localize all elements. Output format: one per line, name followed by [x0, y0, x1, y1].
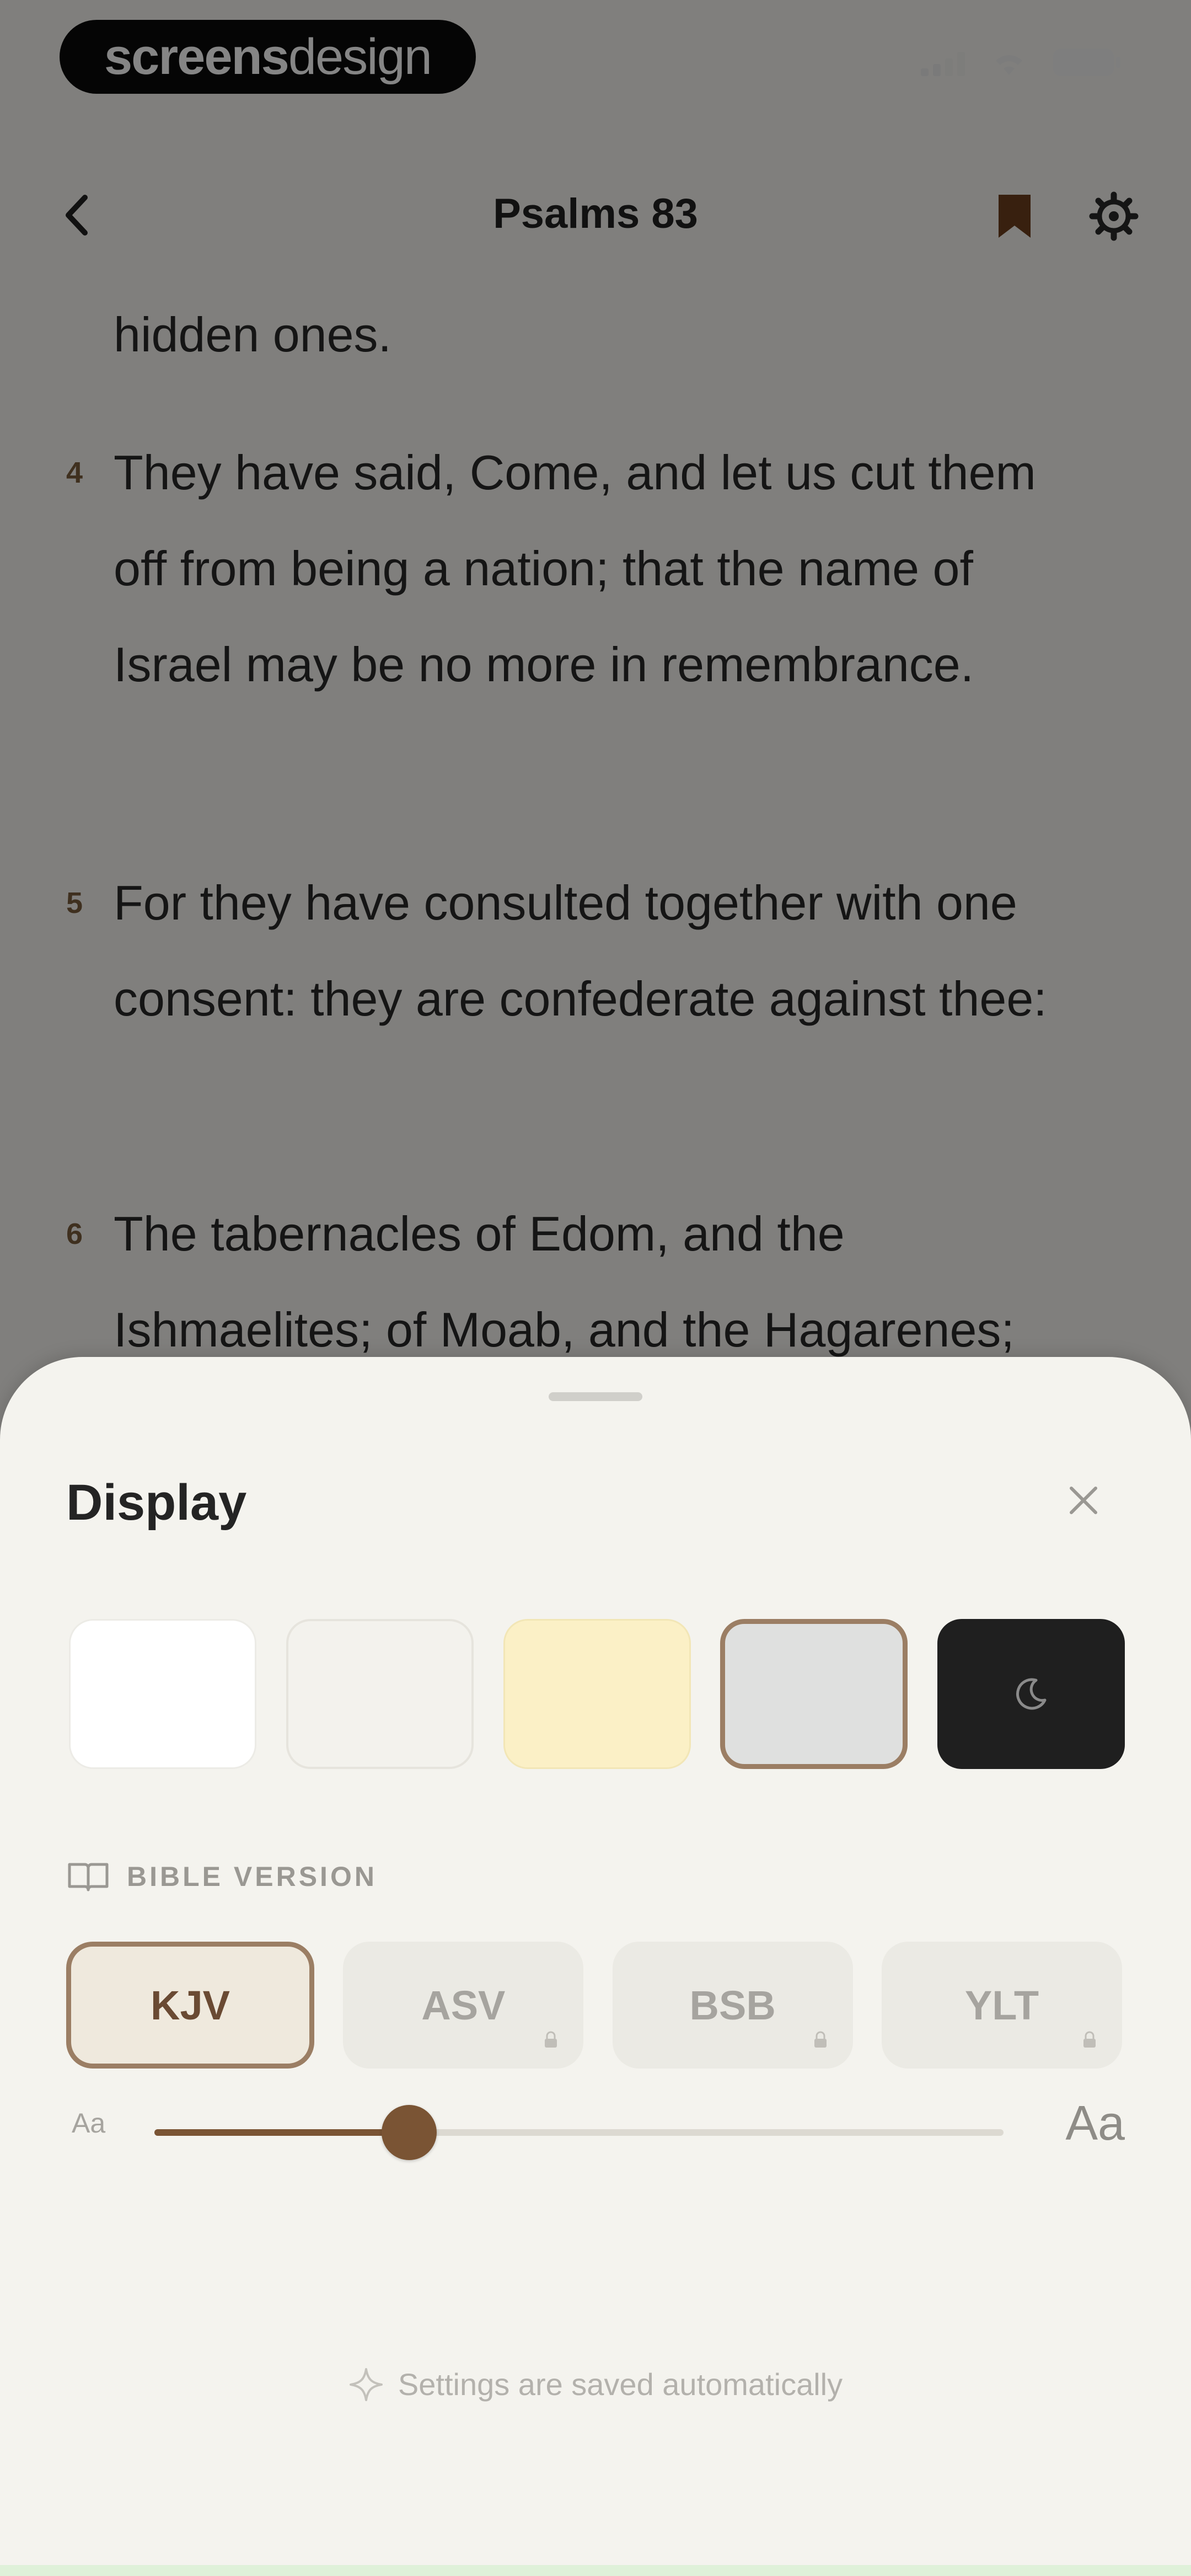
- close-icon: [1070, 1487, 1097, 1514]
- moon-icon: [1016, 1678, 1047, 1710]
- font-size-small-label: Aa: [72, 2108, 106, 2139]
- book-icon: [68, 1863, 109, 1891]
- bottom-edge: [0, 2565, 1191, 2576]
- lock-icon: [814, 2031, 827, 2048]
- display-settings-sheet: Display BIBLE VERSION KJV ASV BSB YLT Aa…: [0, 1357, 1191, 2576]
- bible-version-picker: KJV ASV BSB YLT: [66, 1942, 1122, 2069]
- theme-swatch-sepia[interactable]: [503, 1619, 691, 1769]
- bible-version-label: BIBLE VERSION: [127, 1861, 377, 1892]
- theme-swatch-white[interactable]: [69, 1619, 256, 1769]
- font-size-large-label: Aa: [1065, 2096, 1125, 2150]
- theme-swatch-dark[interactable]: [937, 1619, 1125, 1769]
- version-ylt[interactable]: YLT: [881, 1942, 1122, 2069]
- autosave-note-text: Settings are saved automatically: [398, 2367, 843, 2402]
- screen: screens design Psalms 83 hidden ones. 4 …: [0, 0, 1191, 2576]
- theme-swatch-gray[interactable]: [720, 1619, 908, 1769]
- lock-icon: [1083, 2031, 1096, 2048]
- version-asv[interactable]: ASV: [343, 1942, 584, 2069]
- sheet-title: Display: [66, 1474, 247, 1531]
- version-label: ASV: [421, 1982, 506, 2028]
- version-bsb[interactable]: BSB: [612, 1942, 853, 2069]
- theme-swatch-cream[interactable]: [286, 1619, 474, 1769]
- autosave-note: Settings are saved automatically: [0, 2366, 1191, 2402]
- font-size-slider[interactable]: [154, 2105, 1004, 2160]
- font-size-slider-thumb[interactable]: [382, 2105, 437, 2160]
- version-label: KJV: [151, 1982, 230, 2028]
- version-kjv[interactable]: KJV: [66, 1942, 314, 2069]
- lock-icon: [545, 2031, 557, 2048]
- close-button[interactable]: [1050, 1467, 1117, 1533]
- sparkle-icon: [349, 2367, 383, 2401]
- theme-picker: [69, 1619, 1125, 1769]
- font-size-control: Aa Aa: [66, 2052, 1125, 2184]
- font-size-slider-fill: [154, 2129, 409, 2136]
- sheet-grabber[interactable]: [549, 1392, 642, 1401]
- version-label: BSB: [689, 1982, 776, 2028]
- version-label: YLT: [964, 1982, 1039, 2028]
- bible-version-header: BIBLE VERSION: [66, 1860, 377, 1893]
